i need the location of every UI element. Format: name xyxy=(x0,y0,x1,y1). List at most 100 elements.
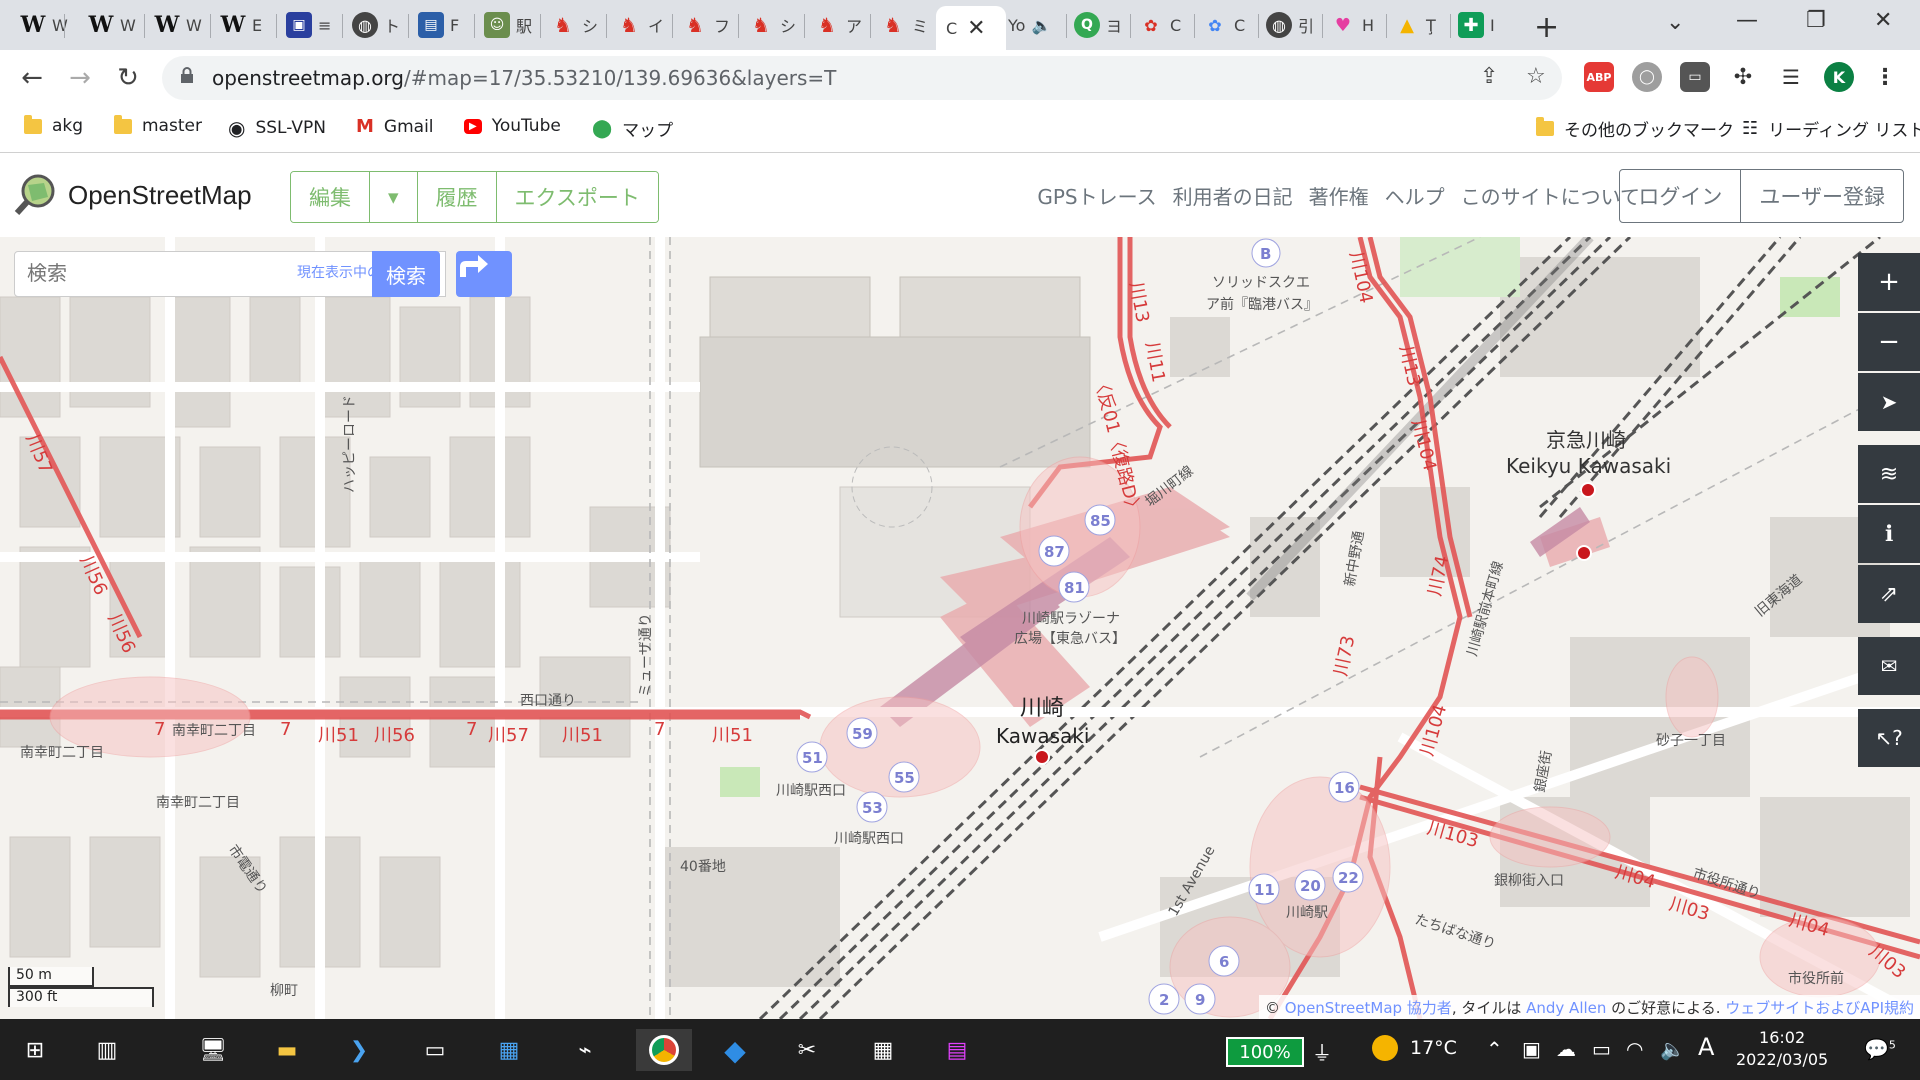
restore-button[interactable]: ❐ xyxy=(1806,8,1826,33)
edit-dropdown-button[interactable]: ▾ xyxy=(370,172,418,222)
tab-person[interactable]: ☺ 駅 xyxy=(484,6,532,44)
locate-button[interactable]: ➤ xyxy=(1858,373,1920,431)
weather-widget[interactable]: 17°C xyxy=(1372,1035,1457,1061)
station-marker[interactable] xyxy=(1580,482,1596,498)
vscode-icon[interactable]: ◆ xyxy=(714,1029,756,1071)
chrome-taskbar-icon[interactable] xyxy=(636,1029,692,1071)
tab-plus[interactable]: ✚ I xyxy=(1458,6,1495,44)
close-tab-icon[interactable]: ✕ xyxy=(967,16,985,41)
volume-icon[interactable]: 🔈 xyxy=(1660,1037,1685,1061)
bookmark-star-icon[interactable]: ☆ xyxy=(1526,64,1546,89)
tab-wikipedia[interactable]: WW xyxy=(88,6,136,44)
zoom-out-button[interactable]: − xyxy=(1858,313,1920,371)
minimize-button[interactable]: — xyxy=(1736,8,1758,33)
bookmark-akg[interactable]: akg xyxy=(24,114,83,136)
search-input[interactable] xyxy=(25,260,209,286)
back-button[interactable]: ← xyxy=(14,60,50,96)
tab-search-chevron-icon[interactable]: ⌄ xyxy=(1666,10,1684,35)
close-window-button[interactable]: ✕ xyxy=(1874,8,1892,33)
reload-button[interactable]: ↻ xyxy=(110,60,146,96)
tab-bus[interactable]: ▤ F xyxy=(418,6,459,44)
nav-gps-traces[interactable]: GPSトレース xyxy=(1037,181,1156,210)
tab-colorful[interactable]: ✿ C xyxy=(1202,6,1245,44)
bookmark-ssl-vpn[interactable]: ◉ SSL-VPN xyxy=(228,116,326,140)
tab-wikipedia[interactable]: WE xyxy=(220,6,262,44)
tab-pin[interactable]: ♞ シ xyxy=(550,6,598,44)
clock[interactable]: 16:02 2022/03/05 xyxy=(1736,1027,1828,1071)
terms-link[interactable]: ウェブサイトおよびAPI規約 xyxy=(1725,999,1914,1017)
tab-globe[interactable]: ◍ 引 xyxy=(1266,6,1314,44)
layers-button[interactable]: ≋ xyxy=(1858,445,1920,503)
powershell-icon[interactable]: ❯ xyxy=(338,1029,380,1071)
login-button[interactable]: ログイン xyxy=(1620,170,1742,222)
edit-button[interactable]: 編集 xyxy=(291,172,370,222)
ime-indicator[interactable]: A xyxy=(1698,1033,1714,1061)
tab-wikipedia[interactable]: WW xyxy=(154,6,202,44)
battery-indicator[interactable]: 100% xyxy=(1226,1037,1304,1067)
nav-user-diaries[interactable]: 利用者の日記 xyxy=(1173,181,1293,210)
address-bar[interactable]: openstreetmap.org/#map=17/35.53210/139.6… xyxy=(162,56,1562,100)
osm-contributors-link[interactable]: OpenStreetMap 協力者 xyxy=(1285,999,1452,1017)
chrome-menu-icon[interactable]: ⋮ xyxy=(1870,62,1900,92)
terminal-icon[interactable]: ▭ xyxy=(414,1029,456,1071)
tab-wikipedia[interactable]: WW xyxy=(20,6,68,44)
tab-heart[interactable]: ♥ H xyxy=(1330,6,1374,44)
directions-button[interactable] xyxy=(456,251,512,297)
notification-center-icon[interactable]: 💬5 xyxy=(1864,1037,1896,1061)
nav-help[interactable]: ヘルプ xyxy=(1385,181,1445,210)
profile-avatar[interactable]: K xyxy=(1824,62,1854,92)
extension-circle-icon[interactable]: ◯ xyxy=(1632,62,1662,92)
share-button[interactable]: ⇗ xyxy=(1858,565,1920,623)
station-marker[interactable] xyxy=(1576,545,1592,561)
tab-colorful[interactable]: ✿ C xyxy=(1138,6,1181,44)
station-marker[interactable] xyxy=(1034,749,1050,765)
nav-copyright[interactable]: 著作権 xyxy=(1309,181,1369,210)
add-note-button[interactable]: ✉ xyxy=(1858,637,1920,695)
desktop-app-icon[interactable]: 🖥 xyxy=(192,1029,234,1071)
adblock-icon[interactable]: ABP xyxy=(1584,62,1614,92)
forward-button[interactable]: → xyxy=(62,60,98,96)
map-key-button[interactable]: ℹ xyxy=(1858,505,1920,563)
signup-button[interactable]: ユーザー登録 xyxy=(1741,170,1903,222)
battery-icon[interactable]: ▭ xyxy=(1592,1037,1611,1061)
calculator-icon[interactable]: ▦ xyxy=(862,1029,904,1071)
tab-openstreetmap-active[interactable]: C ✕ xyxy=(936,6,1006,50)
performance-monitor-icon[interactable]: ⌁ xyxy=(564,1029,606,1071)
tab-pin[interactable]: ♞ イ xyxy=(616,6,664,44)
tab-pin[interactable]: ♞ シ xyxy=(748,6,796,44)
tab-pin[interactable]: ♞ フ xyxy=(682,6,730,44)
new-tab-button[interactable]: + xyxy=(1534,10,1559,45)
tab-green[interactable]: Qヨ xyxy=(1074,6,1122,44)
meet-now-icon[interactable]: ▣ xyxy=(1522,1037,1541,1061)
chevron-up-icon[interactable]: ⌃ xyxy=(1486,1037,1503,1061)
tab-pin[interactable]: ♞ ミ xyxy=(880,6,928,44)
tab-train[interactable]: ▣ ≡ xyxy=(286,6,331,44)
other-bookmarks[interactable]: その他のブックマーク xyxy=(1536,116,1734,141)
extensions-puzzle-icon[interactable]: ✣ xyxy=(1728,62,1758,92)
query-features-button[interactable]: ↖? xyxy=(1858,709,1920,767)
tab-globe[interactable]: ◍ ト xyxy=(352,6,400,44)
remote-desktop-icon[interactable]: ▦ xyxy=(488,1029,530,1071)
search-button[interactable]: 検索 xyxy=(372,251,440,297)
onedrive-icon[interactable]: ☁ xyxy=(1556,1037,1576,1061)
file-explorer-icon[interactable]: ▬ xyxy=(266,1029,308,1071)
task-view-icon[interactable]: ▥ xyxy=(86,1029,128,1071)
zoom-in-button[interactable]: + xyxy=(1858,253,1920,311)
windows-start-icon[interactable]: ⊞ xyxy=(14,1029,56,1071)
map-canvas[interactable]: 85 87 81 59 51 55 53 16 11 20 22 6 2 9 B… xyxy=(0,237,1920,1019)
media-control-icon[interactable]: ☰ xyxy=(1776,62,1806,92)
share-icon[interactable]: ⇪ xyxy=(1480,64,1498,89)
paint-icon[interactable]: ▤ xyxy=(936,1029,978,1071)
tab-youtube[interactable]: Yo 🔈 xyxy=(1008,6,1051,44)
chat-extension-icon[interactable]: ▭ xyxy=(1680,62,1710,92)
tab-pin[interactable]: ♞ ア xyxy=(814,6,862,44)
tab-drive[interactable]: ▲ Ţ xyxy=(1394,6,1436,44)
osm-logo[interactable]: OpenStreetMap xyxy=(14,173,252,217)
bookmark-maps[interactable]: ⬤ マップ xyxy=(592,116,673,141)
export-button[interactable]: エクスポート xyxy=(496,172,658,222)
bookmark-gmail[interactable]: M Gmail xyxy=(356,116,434,137)
nav-about[interactable]: このサイトについて xyxy=(1461,181,1640,210)
wifi-icon[interactable]: ◠ xyxy=(1626,1037,1643,1061)
bookmark-master[interactable]: master xyxy=(114,114,202,136)
andy-allen-link[interactable]: Andy Allen xyxy=(1526,999,1606,1017)
